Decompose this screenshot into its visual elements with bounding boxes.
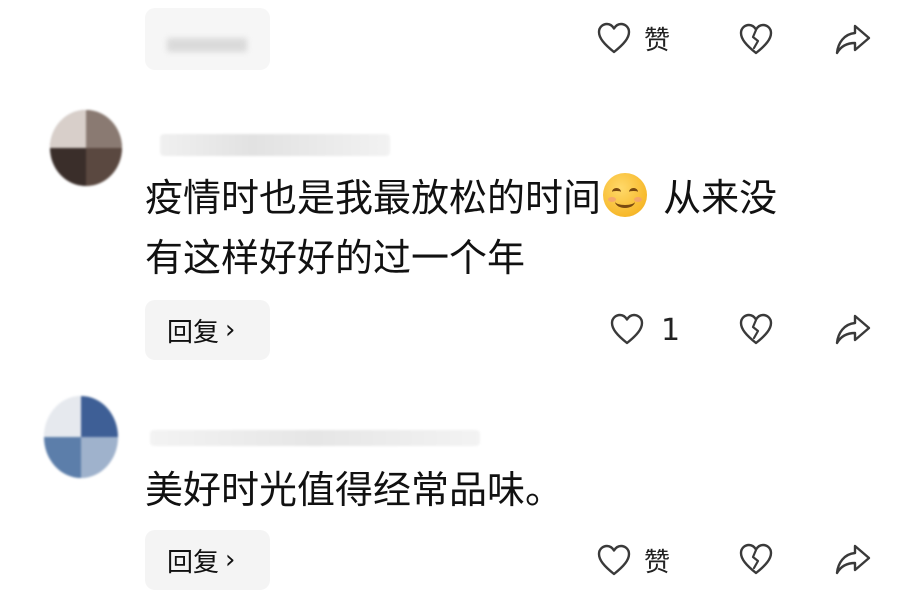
avatar[interactable] <box>50 110 122 186</box>
reply-button[interactable]: 回复 › <box>145 300 270 360</box>
share-button[interactable] <box>834 312 872 348</box>
comment-text: 疫情时也是我最放松的时间 从来没 <box>145 168 865 228</box>
share-button-top[interactable] <box>834 22 872 58</box>
reply-button[interactable]: 回复 › <box>145 530 270 590</box>
comment-line1-tail: 从来没 <box>651 176 778 220</box>
heart-outline-icon <box>597 544 631 575</box>
share-arrow-icon <box>835 314 871 345</box>
chevron-right-icon: › <box>225 315 236 345</box>
chevron-right-icon: › <box>225 545 236 575</box>
username-blurred[interactable] <box>150 430 480 446</box>
comment-text-line2: 有这样好好的过一个年 <box>145 228 865 288</box>
broken-heart-icon <box>739 543 773 575</box>
like-button-top[interactable]: 赞 <box>596 20 670 57</box>
like-button[interactable]: 赞 <box>596 542 670 579</box>
like-count: 1 <box>661 312 681 348</box>
broken-heart-icon <box>739 23 773 55</box>
heart-outline-icon <box>597 22 631 53</box>
reply-button-top[interactable] <box>145 8 270 70</box>
smiling-face-emoji <box>603 173 648 217</box>
reply-label-blurred <box>167 38 247 52</box>
dislike-button[interactable] <box>738 312 774 348</box>
broken-heart-icon <box>739 313 773 345</box>
like-label: 赞 <box>644 26 671 56</box>
share-arrow-icon <box>835 544 871 575</box>
dislike-button[interactable] <box>738 542 774 578</box>
share-arrow-icon <box>835 24 871 55</box>
reply-label: 回复 <box>167 547 220 578</box>
username-blurred[interactable] <box>160 134 390 156</box>
comment-line2: 有这样好好的过一个年 <box>145 236 526 280</box>
share-button[interactable] <box>834 542 872 578</box>
heart-outline-icon <box>610 313 644 345</box>
comment-line1: 美好时光值得经常品味。 <box>145 468 564 512</box>
avatar[interactable] <box>44 396 118 478</box>
comment-line1: 疫情时也是我最放松的时间 <box>145 176 602 220</box>
comment-text: 美好时光值得经常品味。 <box>145 460 865 520</box>
like-label: 赞 <box>644 548 671 578</box>
like-button[interactable]: 1 <box>609 312 680 348</box>
reply-label: 回复 <box>167 317 220 348</box>
dislike-button-top[interactable] <box>738 22 774 58</box>
